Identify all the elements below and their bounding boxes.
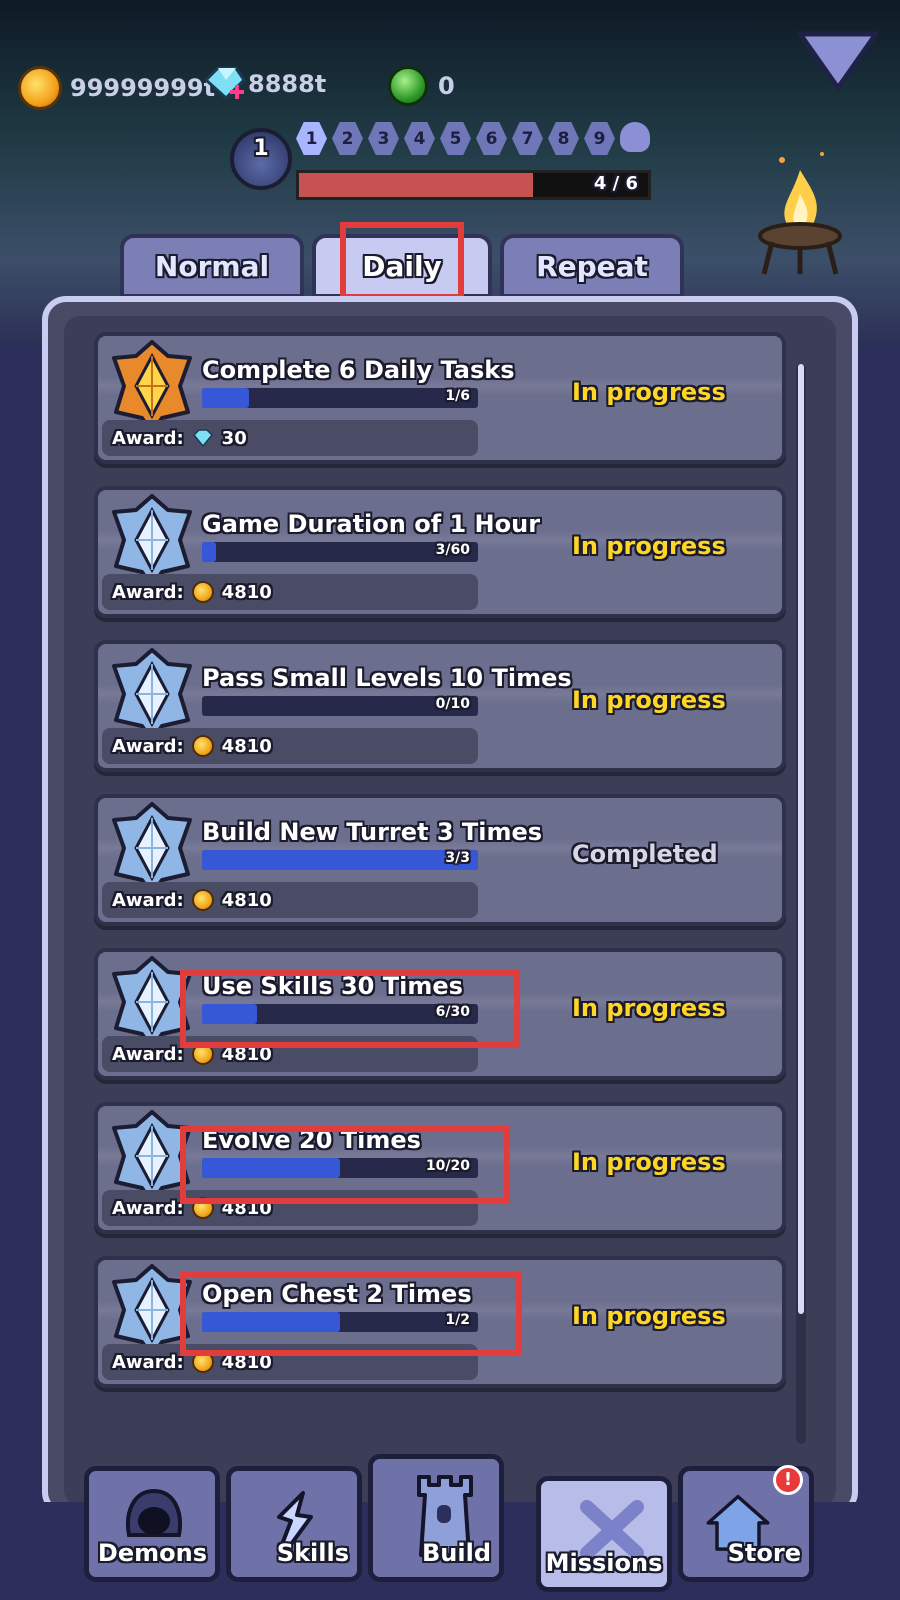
mission-award: Award: 4810	[102, 574, 478, 610]
store-notification-badge: !	[773, 1465, 803, 1495]
gold-coin-icon	[18, 66, 62, 110]
stage-9: 9	[584, 122, 615, 155]
mission-progress-text: 3/60	[435, 542, 470, 558]
award-label: Award:	[112, 735, 184, 757]
mission-status: In progress	[572, 994, 726, 1022]
mission-progress-bar: 3/60	[202, 542, 478, 562]
orb-counter: 0	[388, 66, 455, 106]
mission-card[interactable]: Game Duration of 1 Hour 3/60 Award: 4810…	[94, 486, 786, 618]
award-value: 4810	[221, 889, 272, 911]
mission-title: Game Duration of 1 Hour	[202, 510, 541, 538]
gem-counter[interactable]: 8888t	[202, 66, 326, 102]
nav-store-label: Store	[727, 1539, 801, 1567]
coin-icon	[191, 581, 214, 603]
award-label: Award:	[112, 1197, 184, 1219]
mission-progress-fill	[202, 542, 216, 562]
nav-missions-label: Missions	[545, 1549, 663, 1577]
stage-3: 3	[368, 122, 399, 155]
mission-card[interactable]: Complete 6 Daily Tasks 1/6 Award: 30 In …	[94, 332, 786, 464]
mission-status: In progress	[572, 1148, 726, 1176]
orb-amount: 0	[438, 72, 455, 100]
triangle-down-icon	[797, 31, 879, 91]
tab-normal[interactable]: Normal	[120, 234, 304, 298]
boss-skull-icon	[620, 122, 650, 152]
stage-8: 8	[548, 122, 579, 155]
award-label: Award:	[112, 581, 184, 603]
gem-plus-icon[interactable]	[202, 66, 246, 102]
nav-store-button[interactable]: ! Store	[678, 1465, 814, 1582]
brazier-flame-icon	[752, 150, 848, 280]
mission-progress-fill	[202, 388, 249, 408]
stage-5: 5	[440, 122, 471, 155]
mission-title: Build New Turret 3 Times	[202, 818, 543, 846]
level-progress-fill	[299, 173, 533, 197]
mission-progress-bar: 3/3	[202, 850, 478, 870]
award-label: Award:	[112, 427, 184, 449]
mission-title: Pass Small Levels 10 Times	[202, 664, 572, 692]
mission-status: In progress	[572, 686, 726, 714]
mission-progress-text: 0/10	[435, 696, 470, 712]
evolve-highlight	[180, 1126, 510, 1204]
mission-card[interactable]: Build New Turret 3 Times 3/3 Award: 4810…	[94, 794, 786, 926]
use-skills-highlight	[180, 970, 520, 1048]
coin-icon	[191, 735, 214, 757]
stage-2: 2	[332, 122, 363, 155]
award-value: 4810	[221, 735, 272, 757]
stage-1: 1	[296, 122, 327, 155]
stage-7: 7	[512, 122, 543, 155]
mission-card[interactable]: Pass Small Levels 10 Times 0/10 Award: 4…	[94, 640, 786, 772]
nav-demons-label: Demons	[97, 1539, 207, 1567]
coin-icon	[191, 889, 214, 911]
mission-award: Award: 4810	[102, 882, 478, 918]
mission-progress-fill	[202, 850, 478, 870]
stage-4: 4	[404, 122, 435, 155]
collapse-triangle-button[interactable]	[796, 28, 880, 94]
award-value: 30	[221, 427, 247, 449]
mission-award: Award: 30	[102, 420, 478, 456]
award-label: Award:	[112, 1351, 184, 1373]
stage-indicators: 1 2 3 4 5 6 7 8 9	[296, 122, 650, 155]
award-value: 4810	[221, 581, 272, 603]
mission-progress-bar: 1/6	[202, 388, 478, 408]
stage-6: 6	[476, 122, 507, 155]
nav-build-label: Build	[421, 1539, 491, 1567]
level-progress-bar: 4 / 6	[296, 170, 651, 200]
mission-progress-text: 3/3	[445, 850, 470, 866]
player-level-number: 1	[253, 136, 269, 161]
mission-list-scroll-thumb[interactable]	[798, 364, 804, 1314]
mission-title: Complete 6 Daily Tasks	[202, 356, 515, 384]
nav-missions-button[interactable]: Missions	[536, 1476, 672, 1592]
gem-icon	[192, 429, 213, 447]
mission-status: In progress	[572, 532, 726, 560]
mission-progress-bar: 0/10	[202, 696, 478, 716]
gold-counter: 99999999t	[18, 66, 215, 110]
mission-award: Award: 4810	[102, 728, 478, 764]
level-progress-text: 4 / 6	[593, 173, 638, 194]
nav-skills-label: Skills	[276, 1539, 349, 1567]
green-orb-icon	[388, 66, 428, 106]
mission-status: In progress	[572, 1302, 726, 1330]
tab-repeat[interactable]: Repeat	[500, 234, 684, 298]
open-chest-highlight	[180, 1272, 522, 1356]
daily-tab-highlight	[340, 222, 464, 300]
gold-amount: 99999999t	[70, 74, 216, 102]
nav-skills-button[interactable]: Skills	[226, 1466, 362, 1582]
nav-build-button[interactable]: Build	[368, 1454, 504, 1582]
gem-amount: 8888t	[248, 70, 327, 98]
mission-progress-text: 1/6	[445, 388, 470, 404]
award-label: Award:	[112, 1043, 184, 1065]
award-label: Award:	[112, 889, 184, 911]
mission-status: Completed	[572, 840, 718, 868]
mission-status: In progress	[572, 378, 726, 406]
nav-demons-button[interactable]: Demons	[84, 1466, 220, 1582]
player-level-avatar: 1	[230, 128, 292, 190]
